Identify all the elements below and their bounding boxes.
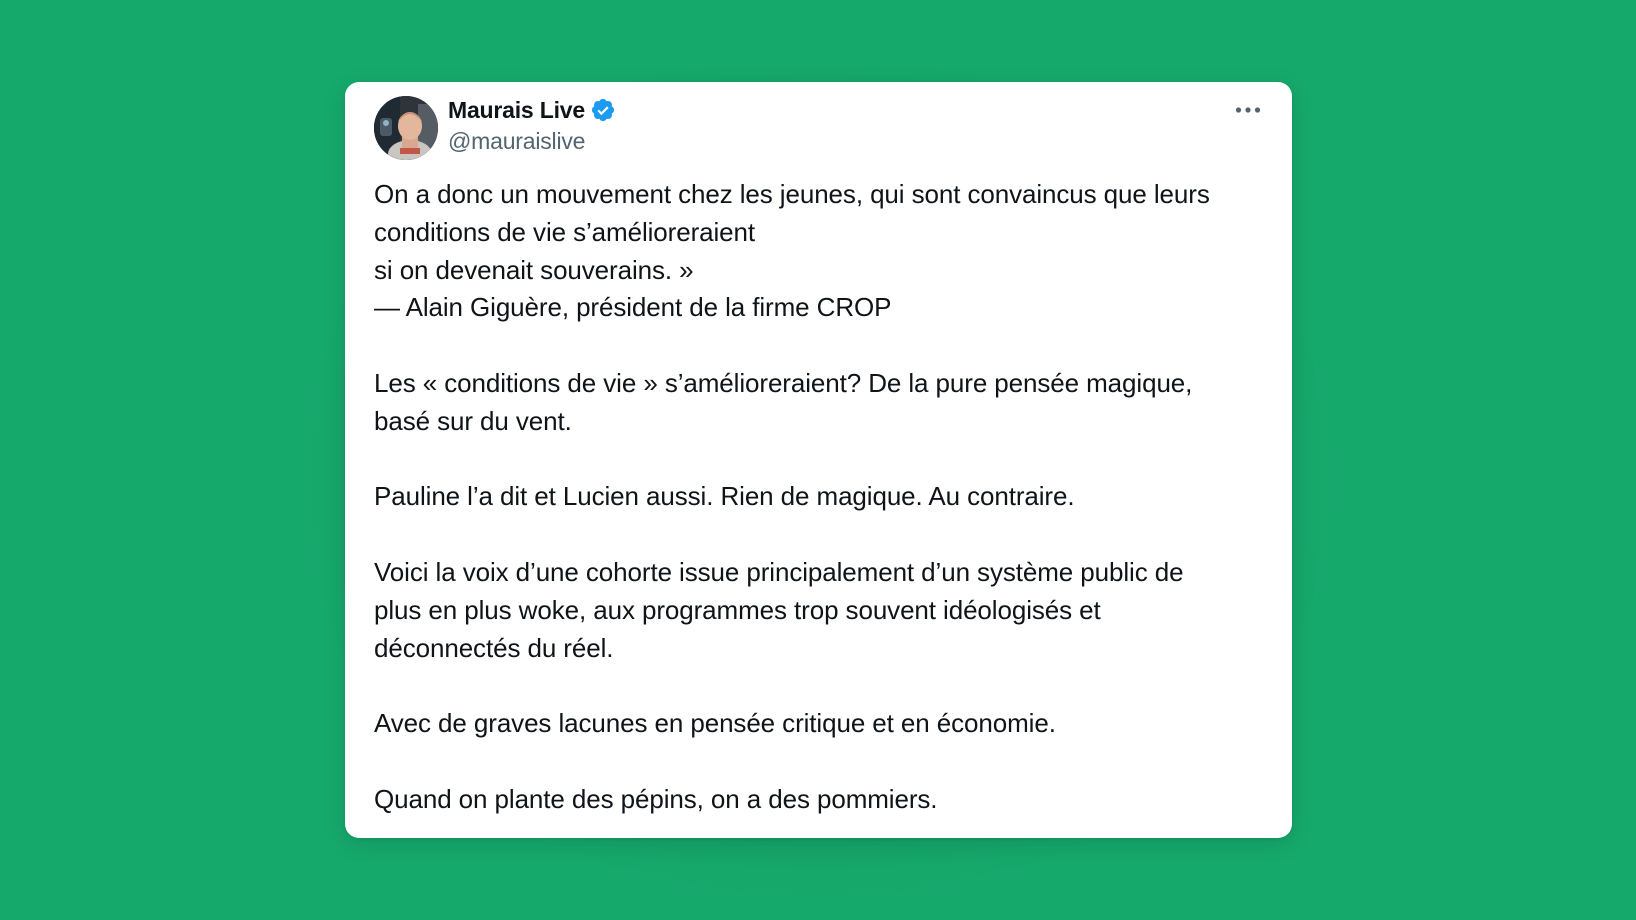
verified-badge-icon — [590, 97, 616, 123]
tweet-text: On a donc un mouvement chez les jeunes, … — [374, 176, 1274, 819]
tweet-line: Les « conditions de vie » s’amélioreraie… — [374, 367, 1193, 398]
author-name-row: Maurais Live — [448, 94, 616, 126]
tweet-line: On a donc un mouvement chez les jeunes, … — [374, 179, 1210, 209]
avatar[interactable] — [374, 96, 438, 160]
tweet-line: conditions de vie s’amélioreraient — [374, 216, 756, 247]
tweet-card: Maurais Live @mauraislive On a donc un m… — [345, 82, 1292, 838]
more-horizontal-icon — [1235, 107, 1261, 113]
tweet-line: Avec de graves lacunes en pensée critiqu… — [374, 708, 1056, 739]
tweet-line: Quand on plante des pépins, on a des pom… — [374, 783, 938, 814]
profile-photo-icon — [374, 96, 438, 160]
tweet-line: si on devenait souverains. » — [374, 254, 694, 285]
tweet-line: déconnectés du réel. — [374, 632, 614, 663]
tweet-line: basé sur du vent. — [374, 405, 572, 436]
tweet-line: plus en plus woke, aux programmes trop s… — [374, 594, 1101, 625]
author-handle[interactable]: @mauraislive — [448, 128, 585, 155]
tweet-line: — Alain Giguère, président de la firme C… — [374, 292, 892, 323]
more-options-button[interactable] — [1230, 96, 1266, 124]
tweet-line: Voici la voix d’une cohorte issue princi… — [374, 556, 1184, 587]
tweet-line: Pauline l’a dit et Lucien aussi. Rien de… — [374, 481, 1075, 512]
author-display-name[interactable]: Maurais Live — [448, 97, 585, 124]
